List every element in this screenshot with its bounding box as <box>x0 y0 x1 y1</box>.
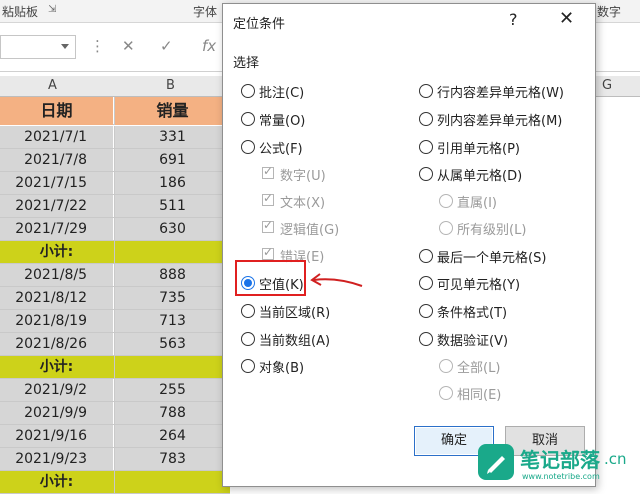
cell-sales[interactable] <box>114 471 230 493</box>
checkbox-numbers[interactable] <box>262 164 274 179</box>
radio-column-differences[interactable] <box>419 112 433 126</box>
table-row: 2021/7/8 691 <box>0 149 230 172</box>
radio-comments[interactable] <box>241 84 255 98</box>
table-row: 2021/9/2 255 <box>0 379 230 402</box>
red-arrow-icon <box>310 273 363 287</box>
highlight-box <box>235 260 306 296</box>
cell-date[interactable]: 2021/8/26 <box>0 333 113 355</box>
checkbox-logicals[interactable] <box>262 218 274 233</box>
dialog-title: 定位条件 <box>233 17 286 32</box>
table-row: 2021/8/12 735 <box>0 287 230 310</box>
cell-sales[interactable]: 735 <box>114 287 230 309</box>
header-row: 日期 销量 <box>0 97 230 125</box>
cell-sales[interactable]: 888 <box>114 264 230 286</box>
chevron-down-icon[interactable] <box>61 44 69 49</box>
checkbox-text[interactable] <box>262 191 274 206</box>
cell-date[interactable]: 2021/8/19 <box>0 310 113 332</box>
radio-direct-only[interactable] <box>439 194 453 208</box>
watermark-text: 笔记部落 <box>520 448 600 472</box>
cell-sales[interactable]: 255 <box>114 379 230 401</box>
radio-row-differences[interactable] <box>419 84 433 98</box>
select-group-label: 选择 <box>233 56 260 71</box>
help-icon[interactable]: ? <box>509 10 518 29</box>
radio-constants[interactable] <box>241 112 255 126</box>
radio-validation-all[interactable] <box>439 359 453 373</box>
header-date[interactable]: 日期 <box>0 97 113 125</box>
watermark-logo-icon <box>478 444 514 480</box>
subtotal-row: 小计: <box>0 241 230 264</box>
radio-last-cell[interactable] <box>419 249 433 263</box>
cell-sales[interactable]: 713 <box>114 310 230 332</box>
radio-precedents[interactable] <box>419 140 433 154</box>
watermark-suffix: .cn <box>604 450 627 468</box>
cell-sales[interactable]: 186 <box>114 172 230 194</box>
column-header-a[interactable]: A <box>48 78 57 93</box>
table-row: 2021/7/29 630 <box>0 218 230 241</box>
close-icon[interactable]: ✕ <box>559 8 574 29</box>
dialog-launcher-icon[interactable]: ⇲ <box>48 4 56 15</box>
table-row: 2021/8/19 713 <box>0 310 230 333</box>
cell-date[interactable]: 2021/7/29 <box>0 218 113 240</box>
column-header-b[interactable]: B <box>166 78 175 93</box>
radio-visible-cells[interactable] <box>419 276 433 290</box>
table-row: 2021/9/16 264 <box>0 425 230 448</box>
radio-dependents[interactable] <box>419 167 433 181</box>
cancel-icon[interactable]: ✕ <box>122 37 135 55</box>
checkbox-errors[interactable] <box>262 245 274 260</box>
radio-formulas[interactable] <box>241 140 255 154</box>
cell-date[interactable]: 小计: <box>0 241 113 263</box>
cell-sales[interactable]: 788 <box>114 402 230 424</box>
radio-objects[interactable] <box>241 359 255 373</box>
radio-current-region[interactable] <box>241 304 255 318</box>
radio-current-array[interactable] <box>241 332 255 346</box>
ribbon-font-label[interactable]: 字体 <box>193 3 217 20</box>
cell-sales[interactable] <box>114 241 230 263</box>
cell-date[interactable]: 2021/8/5 <box>0 264 113 286</box>
cell-sales[interactable] <box>114 356 230 378</box>
table-row: 2021/8/26 563 <box>0 333 230 356</box>
name-box[interactable] <box>0 35 76 59</box>
formula-bar-grip-icon: ⋮ <box>90 37 105 55</box>
cell-date[interactable]: 2021/7/8 <box>0 149 113 171</box>
table-row: 2021/9/23 783 <box>0 448 230 471</box>
cell-date[interactable]: 2021/9/2 <box>0 379 113 401</box>
enter-icon[interactable]: ✓ <box>160 37 173 55</box>
radio-conditional-formats[interactable] <box>419 304 433 318</box>
subtotal-row: 小计: <box>0 471 230 494</box>
cell-date[interactable]: 2021/9/23 <box>0 448 113 470</box>
header-sales[interactable]: 销量 <box>114 97 230 125</box>
cell-date[interactable]: 小计: <box>0 471 113 493</box>
go-to-special-dialog: 定位条件 ? ✕ 选择 <box>222 3 596 487</box>
subtotal-row: 小计: <box>0 356 230 379</box>
ribbon-clipboard-label[interactable]: 粘贴板 <box>2 3 38 20</box>
table-row: 2021/7/1 331 <box>0 126 230 149</box>
cell-date[interactable]: 小计: <box>0 356 113 378</box>
radio-all-levels[interactable] <box>439 221 453 235</box>
cell-sales[interactable]: 264 <box>114 425 230 447</box>
cell-date[interactable]: 2021/7/15 <box>0 172 113 194</box>
column-header-g[interactable]: G <box>602 78 612 93</box>
table-row: 2021/8/5 888 <box>0 264 230 287</box>
cell-date[interactable]: 2021/7/1 <box>0 126 113 148</box>
cell-sales[interactable]: 331 <box>114 126 230 148</box>
cell-date[interactable]: 2021/7/22 <box>0 195 113 217</box>
cell-sales[interactable]: 630 <box>114 218 230 240</box>
cell-sales[interactable]: 563 <box>114 333 230 355</box>
cell-date[interactable]: 2021/8/12 <box>0 287 113 309</box>
watermark: 笔记部落 .cn www.notetribe.com <box>468 440 640 487</box>
table-row: 2021/7/15 186 <box>0 172 230 195</box>
table-row: 2021/7/22 511 <box>0 195 230 218</box>
cell-sales[interactable]: 691 <box>114 149 230 171</box>
cell-sales[interactable]: 783 <box>114 448 230 470</box>
watermark-url: www.notetribe.com <box>522 472 600 481</box>
ribbon-number-label[interactable]: 数字 <box>597 3 621 20</box>
radio-validation-same[interactable] <box>439 386 453 400</box>
cell-date[interactable]: 2021/9/9 <box>0 402 113 424</box>
fx-icon[interactable]: fx <box>202 37 216 55</box>
table-row: 2021/9/9 788 <box>0 402 230 425</box>
cell-date[interactable]: 2021/9/16 <box>0 425 113 447</box>
cell-sales[interactable]: 511 <box>114 195 230 217</box>
radio-data-validation[interactable] <box>419 332 433 346</box>
